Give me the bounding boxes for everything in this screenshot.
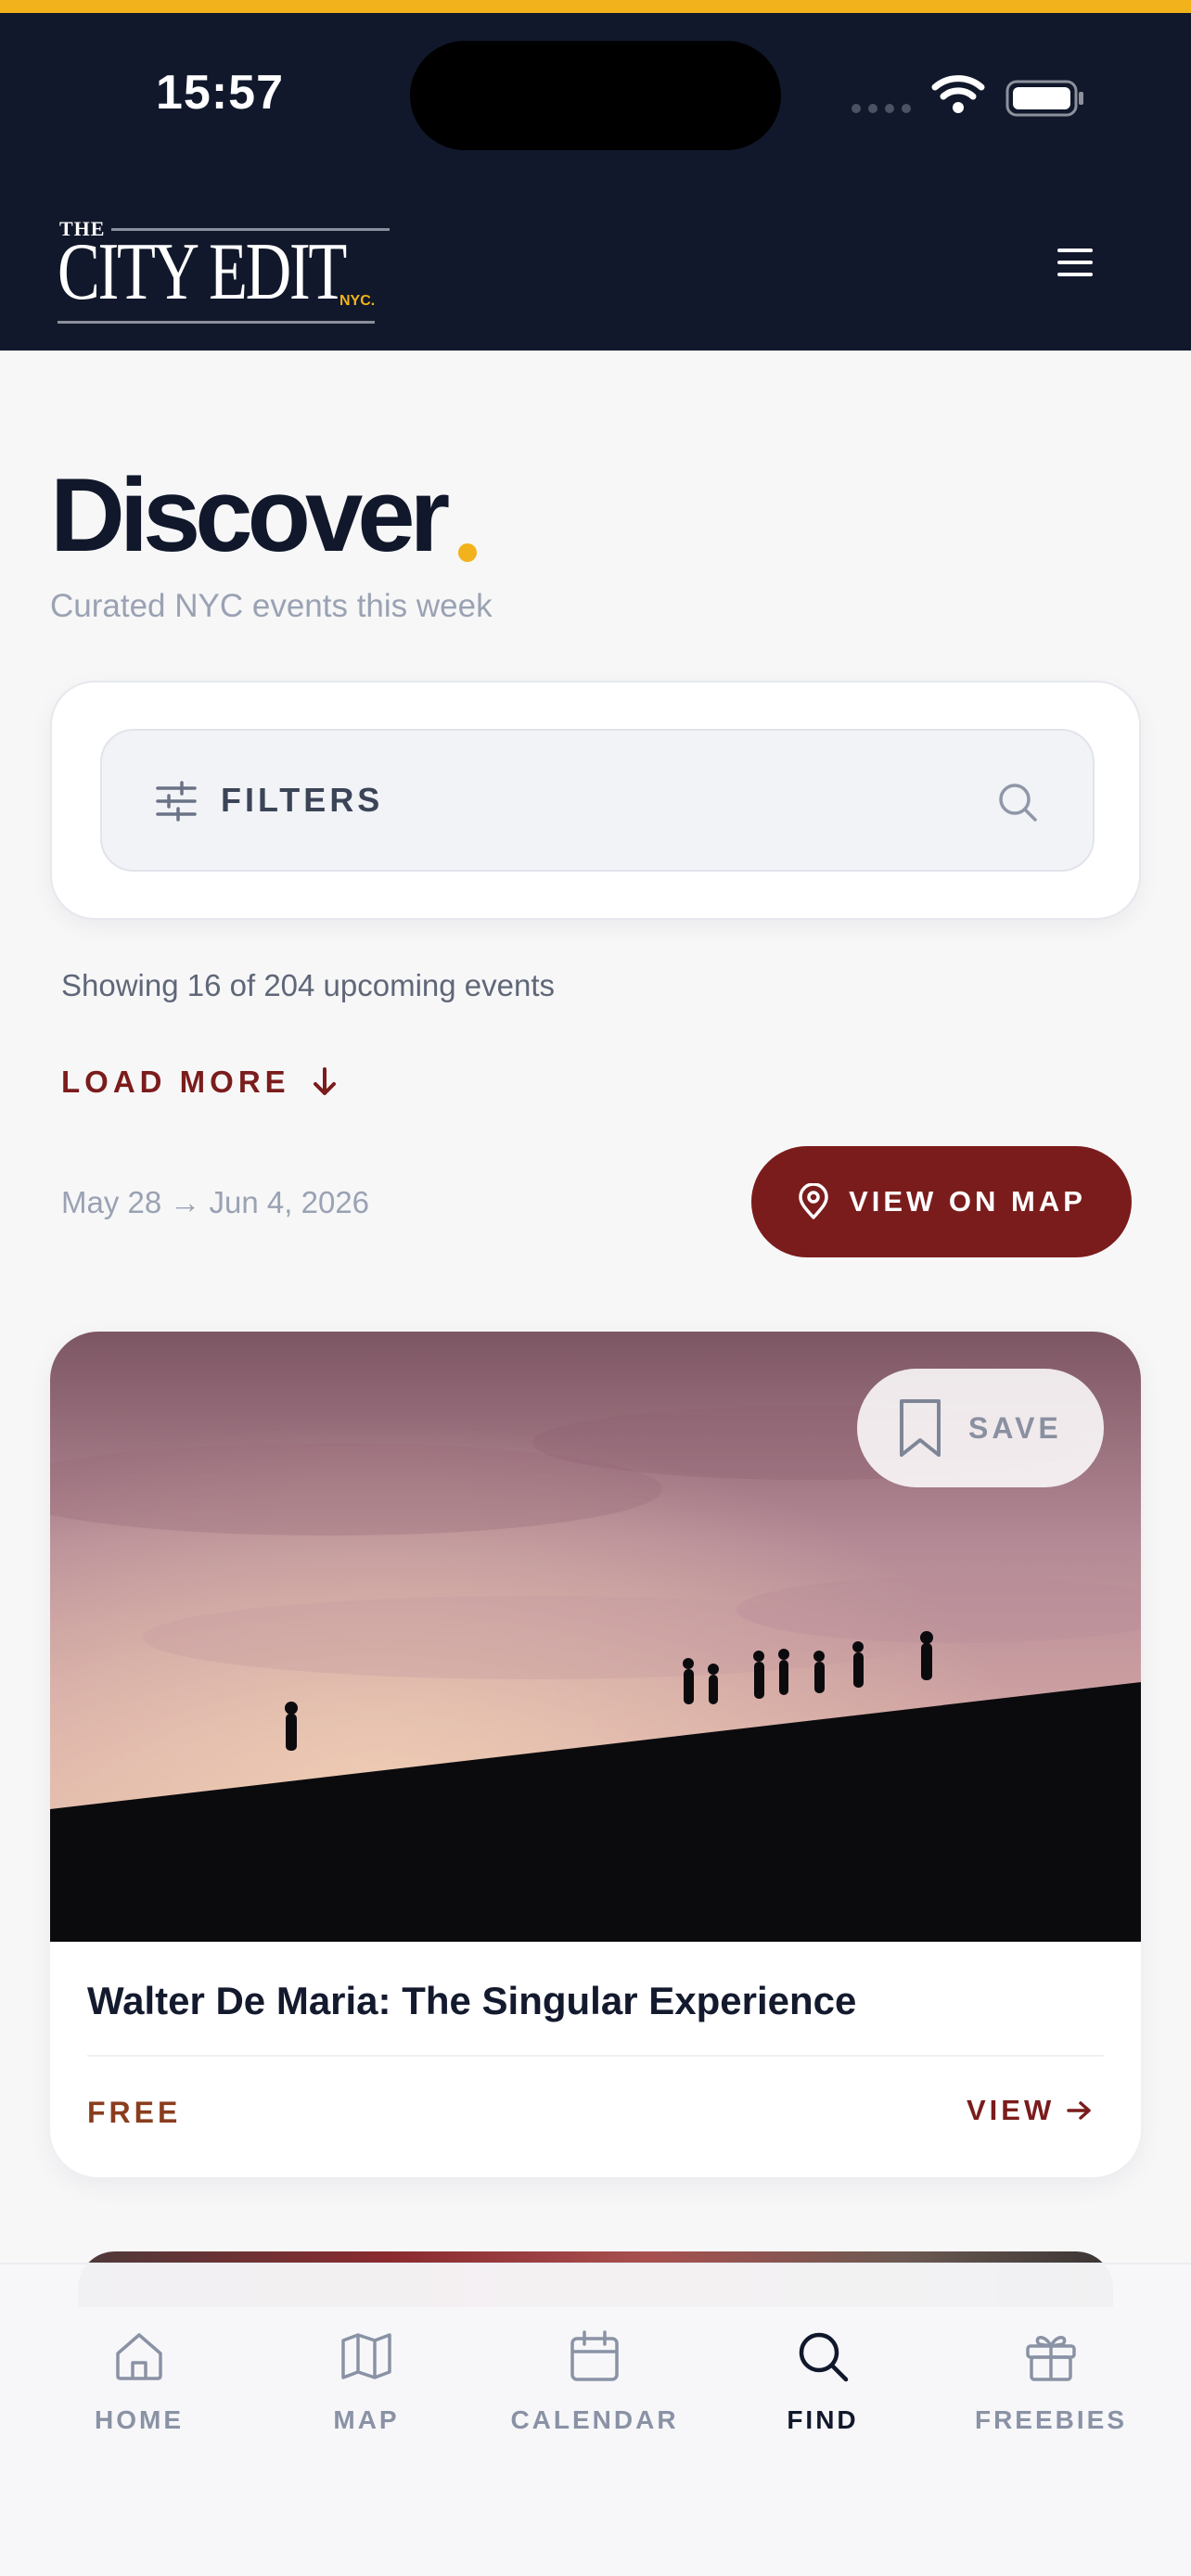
nav-item-map[interactable]: MAP (260, 2327, 473, 2448)
arrow-right-icon (1067, 2101, 1091, 2120)
status-icons (852, 69, 1093, 124)
map-icon (341, 2333, 391, 2379)
arrow-down-icon (313, 1067, 336, 1095)
battery-icon (1005, 80, 1083, 117)
filters-label: FILTERS (221, 781, 384, 819)
view-on-map-label: VIEW ON MAP (849, 1185, 1086, 1218)
title-accent-dot (458, 543, 477, 562)
event-price: FREE (87, 2096, 182, 2129)
event-card[interactable]: SAVE Walter De Maria: The Singular Exper… (50, 1332, 1141, 2177)
save-button[interactable]: SAVE (857, 1369, 1104, 1487)
hamburger-menu-icon[interactable] (1057, 249, 1096, 282)
cellular-signal-icon (852, 104, 911, 113)
top-accent-bar (0, 0, 1191, 13)
search-icon[interactable] (994, 779, 1041, 825)
nav-label: HOME (95, 2405, 184, 2434)
search-icon (799, 2332, 849, 2382)
nav-item-calendar[interactable]: CALENDAR (488, 2327, 701, 2448)
home-icon (116, 2333, 162, 2380)
nav-label: FIND (787, 2405, 859, 2434)
event-title[interactable]: Walter De Maria: The Singular Experience (87, 1979, 856, 2023)
gift-icon (1026, 2336, 1076, 2381)
sliders-icon (156, 781, 197, 822)
bookmark-icon (900, 1399, 941, 1457)
results-count: Showing 16 of 204 upcoming events (61, 968, 556, 1002)
load-more-label: LOAD MORE (61, 1065, 290, 1099)
logo-name: CITY EDIT (58, 227, 347, 317)
dynamic-island (410, 41, 781, 150)
load-more-button[interactable]: LOAD MORE (61, 1065, 339, 1100)
nav-label: MAP (333, 2405, 400, 2434)
filters-button[interactable]: FILTERS (100, 729, 1095, 872)
nav-item-find[interactable]: FIND (716, 2327, 929, 2448)
calendar-icon (570, 2330, 619, 2381)
date-range: May 28 → Jun 4, 2026 (61, 1185, 370, 1219)
city-edit-logo[interactable]: THE CITY EDIT NYC. (58, 215, 391, 336)
nav-item-home[interactable]: HOME (32, 2327, 246, 2448)
logo-rule (58, 321, 375, 324)
bottom-nav: HOME MAP CALENDAR FIND FREEBIES (0, 2263, 1191, 2576)
filter-card: FILTERS (50, 681, 1141, 920)
nav-label: FREEBIES (974, 2405, 1128, 2434)
divider (87, 2055, 1104, 2057)
view-label: VIEW (967, 2094, 1056, 2126)
page-subtitle: Curated NYC events this week (50, 588, 493, 624)
wifi-icon (931, 75, 985, 113)
nav-label: CALENDAR (510, 2405, 679, 2434)
view-on-map-button[interactable]: VIEW ON MAP (751, 1146, 1132, 1257)
logo-suffix: NYC. (339, 293, 376, 309)
view-event-link[interactable]: VIEW (967, 2094, 1094, 2127)
page-title: Discover (50, 457, 450, 573)
nav-item-freebies[interactable]: FREEBIES (944, 2327, 1158, 2448)
save-label: SAVE (968, 1410, 1062, 1445)
location-pin-icon (799, 1183, 828, 1219)
status-time: 15:57 (156, 66, 284, 120)
